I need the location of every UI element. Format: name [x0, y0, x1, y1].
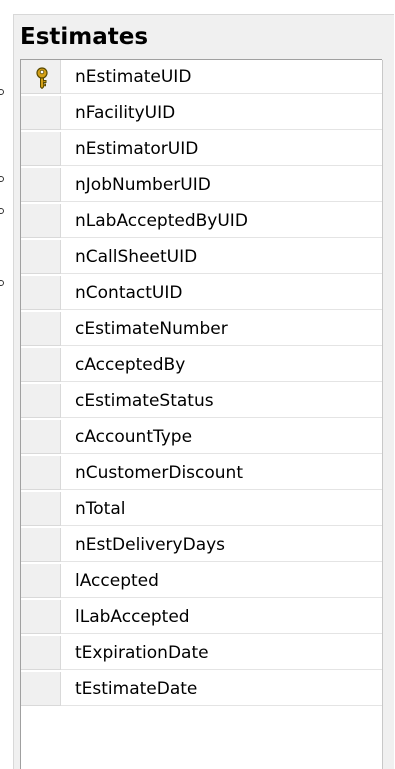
column-row[interactable]: nLabAcceptedByUID [21, 204, 382, 240]
row-selector[interactable] [21, 456, 61, 490]
relationship-connector[interactable] [0, 208, 4, 214]
row-selector[interactable] [21, 312, 61, 346]
column-row[interactable]: lLabAccepted [21, 600, 382, 636]
column-row[interactable]: cEstimateNumber [21, 312, 382, 348]
relationship-connector[interactable] [0, 176, 4, 182]
column-row[interactable]: lAccepted [21, 564, 382, 600]
column-row[interactable]: nEstimatorUID [21, 132, 382, 168]
column-name: nFacilityUID [75, 103, 176, 123]
column-row[interactable]: cEstimateStatus [21, 384, 382, 420]
table-title[interactable]: Estimates [20, 21, 148, 53]
column-name: lLabAccepted [75, 607, 190, 627]
column-row[interactable]: tEstimateDate [21, 672, 382, 708]
row-selector[interactable] [21, 564, 61, 598]
column-name: tEstimateDate [75, 679, 198, 699]
column-name: tExpirationDate [75, 643, 209, 663]
row-selector[interactable] [21, 420, 61, 454]
column-row[interactable]: nJobNumberUID [21, 168, 382, 204]
relationship-connector[interactable] [0, 89, 4, 95]
row-selector[interactable] [21, 60, 61, 94]
column-name: nCustomerDiscount [75, 463, 243, 483]
diagram-canvas: Estimates nEstimateUID nFacilityUID nEstim… [0, 0, 395, 769]
primary-key-icon [36, 67, 48, 89]
column-row[interactable]: nContactUID [21, 276, 382, 312]
column-row[interactable]: tExpirationDate [21, 636, 382, 672]
row-selector[interactable] [21, 636, 61, 670]
column-name: nCallSheetUID [75, 247, 198, 267]
column-row[interactable]: cAccountType [21, 420, 382, 456]
column-name: cAccountType [75, 427, 193, 447]
column-name: nLabAcceptedByUID [75, 211, 248, 231]
row-selector[interactable] [21, 96, 61, 130]
column-name: nJobNumberUID [75, 175, 211, 195]
column-name: lAccepted [75, 571, 159, 591]
column-name: nEstimatorUID [75, 139, 199, 159]
row-selector[interactable] [21, 168, 61, 202]
column-name: nEstimateUID [75, 67, 192, 87]
column-row[interactable]: nFacilityUID [21, 96, 382, 132]
row-selector[interactable] [21, 384, 61, 418]
grid-edge [382, 60, 383, 769]
row-selector[interactable] [21, 600, 61, 634]
row-selector[interactable] [21, 348, 61, 382]
column-grid: nEstimateUID nFacilityUID nEstimatorUID nJo… [20, 59, 383, 769]
column-row[interactable]: nTotal [21, 492, 382, 528]
column-row[interactable]: nEstimateUID [21, 60, 382, 96]
column-row[interactable]: nCallSheetUID [21, 240, 382, 276]
column-name: cAcceptedBy [75, 355, 186, 375]
row-selector[interactable] [21, 276, 61, 310]
column-name: cEstimateStatus [75, 391, 214, 411]
row-selector[interactable] [21, 204, 61, 238]
row-selector[interactable] [21, 492, 61, 526]
column-row[interactable]: cAcceptedBy [21, 348, 382, 384]
column-name: cEstimateNumber [75, 319, 228, 339]
row-selector[interactable] [21, 672, 61, 706]
table-box-estimates[interactable]: Estimates nEstimateUID nFacilityUID nEstim… [13, 14, 394, 769]
row-selector[interactable] [21, 528, 61, 562]
column-name: nTotal [75, 499, 126, 519]
relationship-connector[interactable] [0, 280, 4, 286]
row-selector[interactable] [21, 132, 61, 166]
row-selector[interactable] [21, 240, 61, 274]
column-name: nEstDeliveryDays [75, 535, 226, 555]
column-row[interactable]: nEstDeliveryDays [21, 528, 382, 564]
column-row[interactable]: nCustomerDiscount [21, 456, 382, 492]
column-name: nContactUID [75, 283, 183, 303]
